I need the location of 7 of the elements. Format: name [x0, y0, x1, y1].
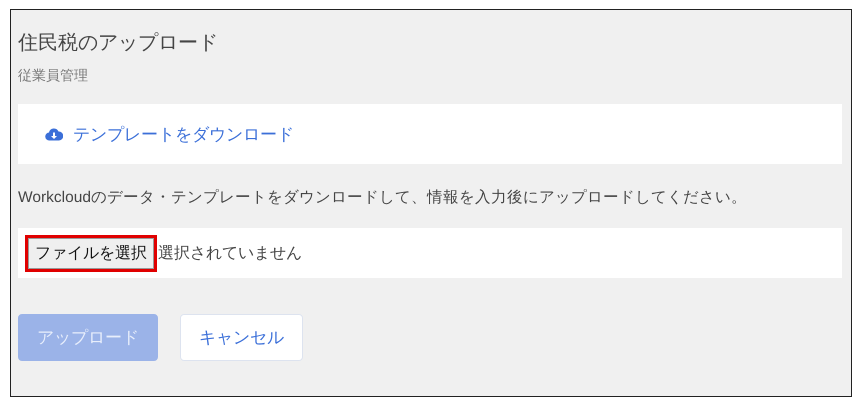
cloud-download-icon: [45, 127, 63, 141]
page-title: 住民税のアップロード: [18, 31, 219, 56]
file-status-text: 選択されていません: [158, 244, 302, 264]
download-template-link[interactable]: テンプレートをダウンロード: [45, 122, 294, 146]
instruction-text: Workcloudのデータ・テンプレートをダウンロードして、情報を入力後にアップロードしてください。: [18, 188, 748, 208]
cancel-button[interactable]: キャンセル: [180, 314, 303, 361]
page-subtitle: 従業員管理: [18, 66, 89, 84]
